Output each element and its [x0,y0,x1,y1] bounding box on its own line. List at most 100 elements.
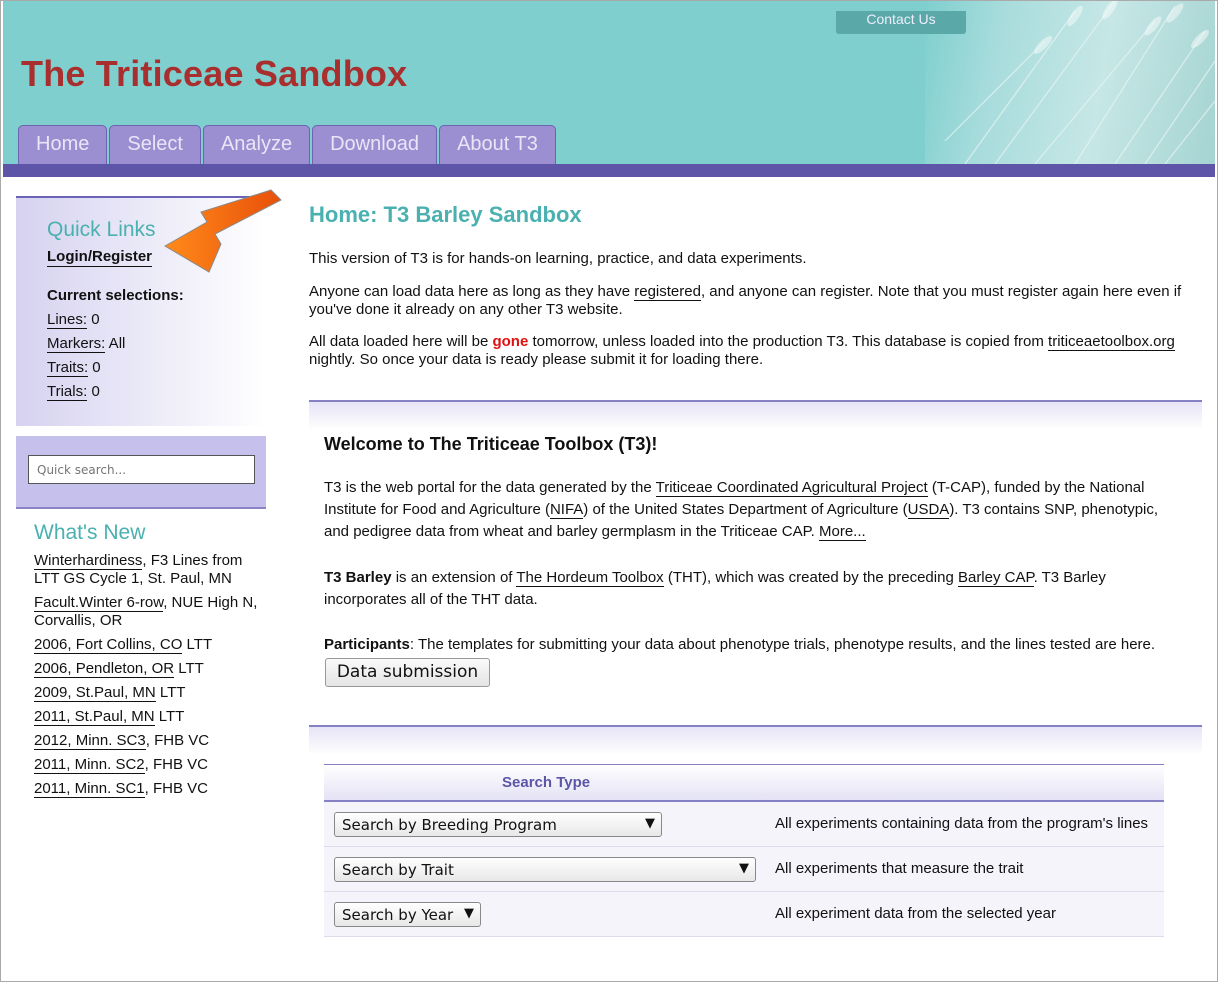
nav-tab-analyze[interactable]: Analyze [202,125,311,164]
list-item: 2011, St.Paul, MN LTT [34,708,259,726]
year-select[interactable]: Search by Year ▼ [334,902,481,927]
triticeaetoolbox-link[interactable]: triticeaetoolbox.org [1048,333,1175,351]
selection-value: 0 [88,359,101,376]
t3-barley-label: T3 Barley [324,569,392,586]
welcome-paragraph-1: T3 is the web portal for the data genera… [324,477,1184,543]
triangle-down-icon: ▼ [645,816,655,831]
header-divider-bar [3,164,1215,177]
intro-paragraph-3: All data loaded here will be gone tomorr… [309,333,1201,369]
usda-link[interactable]: USDA [907,501,950,519]
more-link[interactable]: More... [819,523,866,541]
text: ) of the United States Department of Agr… [583,501,908,518]
select-value: Search by Trait [342,861,454,879]
news-link[interactable]: 2011, St.Paul, MN [34,708,155,726]
section-divider [309,400,1202,430]
text: (THT), which was created by the precedin… [663,569,958,586]
row-description: All experiments that measure the trait [775,860,1024,877]
participants-label: Participants [324,636,410,653]
selection-markers: Markers: All [47,335,126,353]
orange-arrow-icon [164,189,282,273]
nav-tab-home[interactable]: Home [18,125,108,164]
triangle-down-icon: ▼ [739,861,749,876]
news-link[interactable]: 2009, St.Paul, MN [34,684,156,702]
news-text: , FHB VC [145,732,210,749]
news-link[interactable]: Facult.Winter 6-row [34,594,164,612]
section-divider [309,725,1202,755]
text: tomorrow, unless loaded into the product… [528,333,1049,350]
nav-tab-select[interactable]: Select [109,125,201,164]
nifa-link[interactable]: NIFA [549,501,584,519]
select-value: Search by Year [342,906,454,924]
main-nav: Home Select Analyze Download About T3 [18,125,558,164]
site-title: The Triticeae Sandbox [21,53,408,94]
intro-paragraph-1: This version of T3 is for hands-on learn… [309,250,807,267]
table-row: Search by Year ▼ All experiment data from… [324,892,1164,937]
news-link[interactable]: 2006, Pendleton, OR [34,660,175,678]
hordeum-toolbox-link[interactable]: The Hordeum Toolbox [516,569,664,587]
registered-link[interactable]: registered [634,283,701,301]
nav-tab-about[interactable]: About T3 [439,125,556,164]
news-text: , FHB VC [144,780,208,797]
quick-search-panel [16,436,266,509]
barley-cap-link[interactable]: Barley CAP [957,569,1034,587]
text: T3 is the web portal for the data genera… [324,479,656,496]
welcome-paragraph-3: Participants: The templates for submitti… [324,634,1184,656]
news-text: LTT [155,684,186,701]
news-link[interactable]: Winterhardiness [34,552,143,570]
list-item: 2009, St.Paul, MN LTT [34,684,259,702]
whats-new-title: What's New [34,521,146,544]
selection-traits-link[interactable]: Traits: [47,359,89,377]
table-row: Search by Trait ▼ All experiments that me… [324,847,1164,892]
select-value: Search by Breeding Program [342,816,557,834]
selection-markers-link[interactable]: Markers: [47,335,106,353]
wheat-banner-image [925,1,1215,164]
list-item: 2006, Pendleton, OR LTT [34,660,259,678]
text: Anyone can load data here as long as the… [309,283,635,300]
selection-value: 0 [87,383,100,400]
welcome-paragraph-2: T3 Barley is an extension of The Hordeum… [324,567,1184,611]
news-text: LTT [182,636,213,653]
table-header: Search Type [324,764,1164,802]
site-header: Contact Us The Triticeae Sandbox Home Se… [3,1,1215,164]
news-text: , FHB VC [144,756,208,773]
intro-paragraph-2: Anyone can load data here as long as the… [309,283,1201,319]
list-item: 2006, Fort Collins, CO LTT [34,636,259,654]
row-description: All experiments containing data from the… [775,815,1149,832]
news-link[interactable]: 2006, Fort Collins, CO [34,636,183,654]
text: nightly. So once your data is ready plea… [309,351,764,368]
news-link[interactable]: 2011, Minn. SC2 [34,756,145,774]
page-title: Home: T3 Barley Sandbox [309,202,582,227]
gone-highlight: gone [492,333,529,350]
triangle-down-icon: ▼ [464,906,474,921]
quick-search-input[interactable] [28,455,255,484]
quick-links-title: Quick Links [47,218,156,241]
current-selections-label: Current selections: [47,287,184,304]
trait-select[interactable]: Search by Trait ▼ [334,857,756,882]
selection-lines-link[interactable]: Lines: [47,311,88,329]
row-description: All experiment data from the selected ye… [775,905,1056,922]
search-type-table: Search Type Search by Breeding Program ▼ … [324,764,1164,937]
list-item: 2012, Minn. SC3, FHB VC [34,732,259,750]
selection-value: 0 [87,311,100,328]
welcome-heading: Welcome to The Triticeae Toolbox (T3)! [324,434,658,454]
nav-tab-download[interactable]: Download [312,125,438,164]
breeding-program-select[interactable]: Search by Breeding Program ▼ [334,812,662,837]
selection-trials: Trials: 0 [47,383,100,401]
selection-value: All [105,335,126,352]
page: Contact Us The Triticeae Sandbox Home Se… [0,0,1218,982]
news-link[interactable]: 2011, Minn. SC1 [34,780,145,798]
whats-new-list: Winterhardiness, F3 Lines from LTT GS Cy… [34,552,259,804]
tcap-link[interactable]: Triticeae Coordinated Agricultural Proje… [655,479,928,497]
list-item: 2011, Minn. SC1, FHB VC [34,780,259,798]
news-link[interactable]: 2012, Minn. SC3 [34,732,146,750]
selection-trials-link[interactable]: Trials: [47,383,88,401]
contact-us-link[interactable]: Contact Us [836,11,966,34]
list-item: Facult.Winter 6-row, NUE High N, Corvall… [34,594,259,630]
news-text: LTT [174,660,204,677]
login-register-link[interactable]: Login/Register [47,248,153,267]
list-item: 2011, Minn. SC2, FHB VC [34,756,259,774]
search-type-header: Search Type [502,774,591,791]
data-submission-button[interactable]: Data submission [325,658,490,687]
text: : The templates for submitting your data… [409,636,1156,653]
text: is an extension of [391,569,517,586]
